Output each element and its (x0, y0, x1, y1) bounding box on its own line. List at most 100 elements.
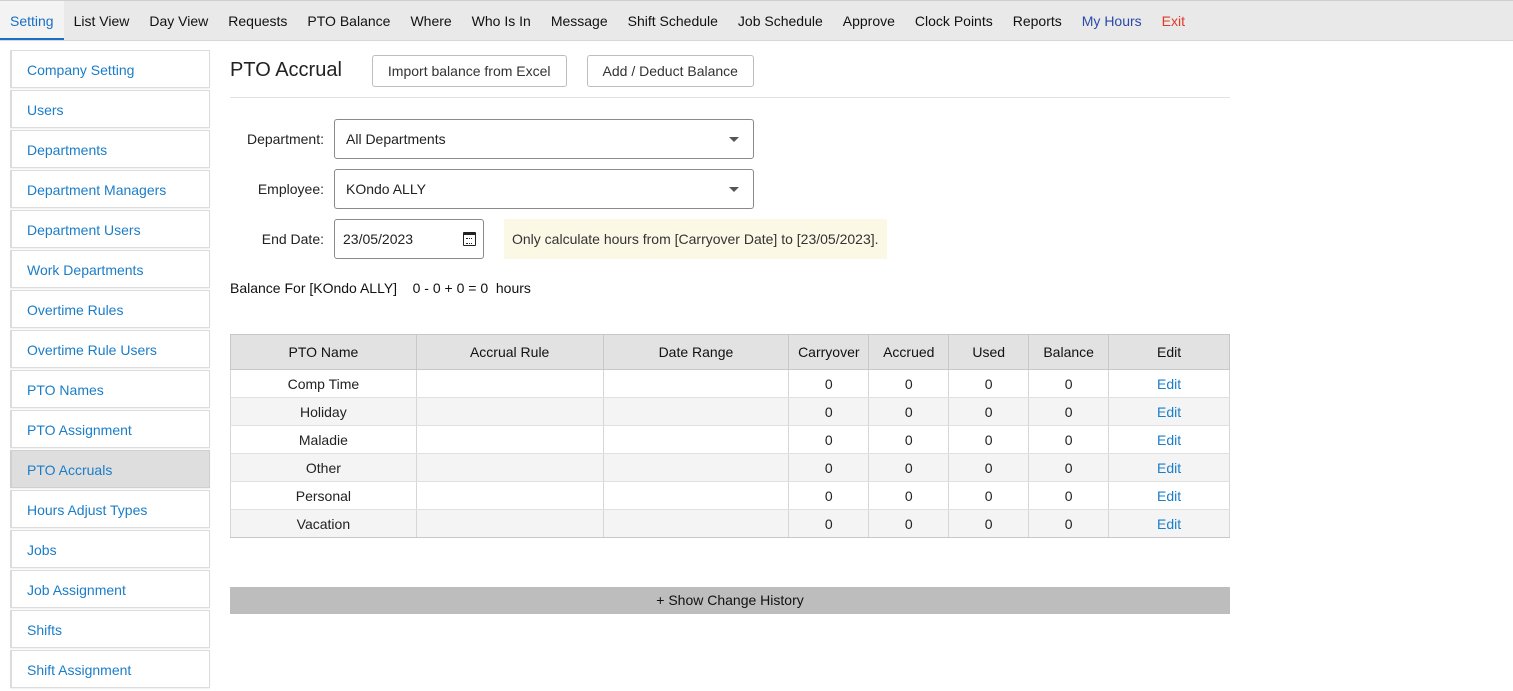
accrual-rule-cell (415, 425, 604, 454)
nav-day-view[interactable]: Day View (139, 1, 218, 40)
page-header: PTO Accrual Import balance from Excel Ad… (230, 50, 1230, 98)
carryover-cell: 0 (788, 425, 870, 454)
nav-requests[interactable]: Requests (218, 1, 297, 40)
date-range-cell (602, 369, 790, 398)
calendar-icon[interactable] (463, 232, 476, 246)
accrued-cell: 0 (868, 369, 950, 398)
department-row: Department: All Departments (230, 119, 1230, 159)
carryover-cell: 0 (788, 481, 870, 510)
nav-message[interactable]: Message (541, 1, 618, 40)
sidebar-item-hours-adjust-types[interactable]: Hours Adjust Types (10, 490, 210, 528)
end-date-row: End Date: 23/05/2023 Only calculate hour… (230, 219, 1230, 259)
used-cell: 0 (948, 369, 1030, 398)
accrued-cell: 0 (868, 481, 950, 510)
table-row: Comp Time 0 0 0 0 Edit (230, 369, 1230, 398)
nav-shift-schedule[interactable]: Shift Schedule (618, 1, 728, 40)
top-navigation: Setting List View Day View Requests PTO … (0, 0, 1513, 41)
sidebar-item-overtime-rules[interactable]: Overtime Rules (10, 290, 210, 328)
department-label: Department: (246, 131, 324, 147)
edit-link[interactable]: Edit (1108, 453, 1230, 482)
accrual-rule-cell (415, 397, 604, 426)
pto-name-cell: Personal (230, 481, 417, 510)
nav-where[interactable]: Where (400, 1, 461, 40)
column-header-balance: Balance (1028, 334, 1110, 370)
edit-link[interactable]: Edit (1108, 481, 1230, 510)
accrued-cell: 0 (868, 425, 950, 454)
employee-label: Employee: (257, 181, 324, 197)
sidebar-item-work-departments[interactable]: Work Departments (10, 250, 210, 288)
edit-link[interactable]: Edit (1108, 425, 1230, 454)
carryover-cell: 0 (788, 453, 870, 482)
balance-cell: 0 (1028, 425, 1110, 454)
table-row: Maladie 0 0 0 0 Edit (230, 425, 1230, 454)
accrued-cell: 0 (868, 453, 950, 482)
nav-job-schedule[interactable]: Job Schedule (728, 1, 833, 40)
edit-link[interactable]: Edit (1108, 369, 1230, 398)
column-header-used: Used (948, 334, 1030, 370)
sidebar-item-overtime-rule-users[interactable]: Overtime Rule Users (10, 330, 210, 368)
sidebar-item-job-assignment[interactable]: Job Assignment (10, 570, 210, 608)
sidebar-item-pto-accruals[interactable]: PTO Accruals (10, 450, 210, 488)
date-range-cell (602, 397, 790, 426)
sidebar-item-pto-names[interactable]: PTO Names (10, 370, 210, 408)
main-content: PTO Accrual Import balance from Excel Ad… (230, 50, 1230, 614)
page-title: PTO Accrual (230, 59, 342, 81)
sidebar-item-users[interactable]: Users (10, 90, 210, 128)
sidebar-item-department-users[interactable]: Department Users (10, 210, 210, 248)
date-range-cell (602, 453, 790, 482)
table-header-row: PTO Name Accrual Rule Date Range Carryov… (230, 334, 1230, 370)
sidebar-item-departments[interactable]: Departments (10, 130, 210, 168)
nav-my-hours[interactable]: My Hours (1072, 1, 1152, 40)
sidebar-item-shifts[interactable]: Shifts (10, 610, 210, 648)
nav-clock-points[interactable]: Clock Points (905, 1, 1003, 40)
import-excel-button[interactable]: Import balance from Excel (371, 54, 567, 87)
date-range-cell (602, 509, 790, 538)
nav-approve[interactable]: Approve (833, 1, 905, 40)
employee-select-value: KOndo ALLY (346, 181, 426, 197)
add-deduct-balance-button[interactable]: Add / Deduct Balance (586, 54, 754, 87)
sidebar-item-jobs[interactable]: Jobs (10, 530, 210, 568)
department-select-value: All Departments (346, 131, 446, 147)
pto-table: PTO Name Accrual Rule Date Range Carryov… (230, 334, 1230, 538)
table-row: Vacation 0 0 0 0 Edit (230, 509, 1230, 538)
end-date-value: 23/05/2023 (343, 231, 414, 247)
nav-list-view[interactable]: List View (64, 1, 140, 40)
nav-setting[interactable]: Setting (0, 1, 64, 40)
department-select[interactable]: All Departments (334, 119, 754, 159)
edit-link[interactable]: Edit (1108, 397, 1230, 426)
column-header-pto-name: PTO Name (230, 334, 417, 370)
pto-name-cell: Holiday (230, 397, 417, 426)
used-cell: 0 (948, 453, 1030, 482)
balance-cell: 0 (1028, 509, 1110, 538)
chevron-down-icon (729, 187, 739, 192)
nav-exit[interactable]: Exit (1152, 1, 1195, 40)
carryover-cell: 0 (788, 397, 870, 426)
end-date-input[interactable]: 23/05/2023 (334, 219, 484, 259)
table-row: Holiday 0 0 0 0 Edit (230, 397, 1230, 426)
balance-cell: 0 (1028, 481, 1110, 510)
sidebar-item-company-setting[interactable]: Company Setting (10, 50, 210, 88)
pto-name-cell: Vacation (230, 509, 417, 538)
nav-who-is-in[interactable]: Who Is In (462, 1, 541, 40)
sidebar-item-department-managers[interactable]: Department Managers (10, 170, 210, 208)
sidebar-item-pto-assignment[interactable]: PTO Assignment (10, 410, 210, 448)
edit-link[interactable]: Edit (1108, 509, 1230, 538)
pto-name-cell: Maladie (230, 425, 417, 454)
nav-reports[interactable]: Reports (1003, 1, 1072, 40)
used-cell: 0 (948, 481, 1030, 510)
sidebar-item-shift-assignment[interactable]: Shift Assignment (10, 650, 210, 688)
employee-select[interactable]: KOndo ALLY (334, 169, 754, 209)
balance-cell: 0 (1028, 453, 1110, 482)
carryover-cell: 0 (788, 509, 870, 538)
pto-name-cell: Other (230, 453, 417, 482)
date-range-cell (602, 481, 790, 510)
used-cell: 0 (948, 397, 1030, 426)
accrued-cell: 0 (868, 397, 950, 426)
accrual-rule-cell (415, 509, 604, 538)
used-cell: 0 (948, 425, 1030, 454)
show-change-history-button[interactable]: + Show Change History (230, 587, 1230, 614)
pto-name-cell: Comp Time (230, 369, 417, 398)
nav-pto-balance[interactable]: PTO Balance (297, 1, 400, 40)
sidebar: Company Setting Users Departments Depart… (10, 50, 210, 690)
column-header-carryover: Carryover (788, 334, 870, 370)
